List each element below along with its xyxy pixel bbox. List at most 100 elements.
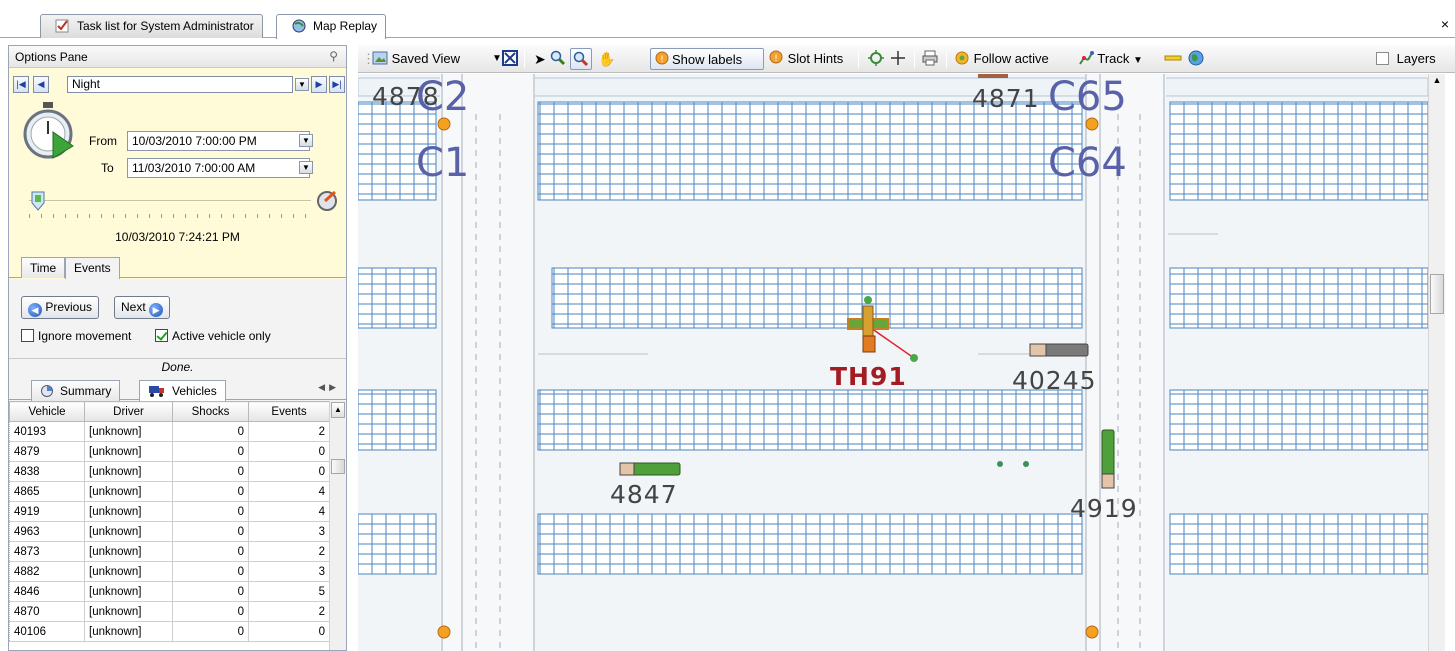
follow-active-icon [954, 50, 970, 66]
saved-view-dropdown-icon[interactable]: ▼ [492, 50, 502, 68]
ignore-movement-checkbox[interactable]: Ignore movement [21, 329, 131, 343]
table-row[interactable]: 40106 [unknown] 0 0 [9, 621, 330, 642]
table-row[interactable]: 4879 [unknown] 0 0 [9, 441, 330, 462]
zoom-extents-icon[interactable] [502, 50, 518, 68]
slot-hints-label: Slot Hints [787, 51, 844, 66]
to-datetime-input[interactable]: 11/03/2010 7:00:00 AM [127, 158, 310, 178]
track-dropdown-icon[interactable]: ▼ [1133, 55, 1143, 66]
previous-event-label: Previous [45, 300, 93, 314]
vehicle-label[interactable]: 40245 [1012, 366, 1097, 395]
previous-preset-button[interactable]: ◀ [33, 76, 49, 93]
cell-shocks: 0 [172, 421, 249, 442]
tab-vehicles[interactable]: Vehicles [139, 380, 226, 402]
center-target-icon[interactable] [868, 50, 884, 68]
left-arrow-icon: ◀ [28, 303, 42, 317]
layers-toggle[interactable]: Layers [1376, 50, 1436, 68]
first-preset-button[interactable]: |◀ [13, 76, 29, 93]
grid-scroll-thumb[interactable] [331, 459, 345, 474]
table-row[interactable]: 4846 [unknown] 0 5 [9, 581, 330, 602]
cell-driver: [unknown] [84, 501, 173, 522]
map-scroll-up-icon[interactable]: ▲ [1430, 75, 1444, 91]
pan-hand-icon[interactable]: ✋ [598, 50, 615, 68]
tab-events[interactable]: Events [65, 257, 120, 279]
print-icon[interactable] [922, 50, 938, 68]
pin-icon[interactable]: ⚲ [329, 49, 338, 63]
active-vehicle-only-checkbox[interactable]: Active vehicle only [155, 329, 271, 343]
table-row[interactable]: 4873 [unknown] 0 2 [9, 541, 330, 562]
col-driver[interactable]: Driver [84, 401, 173, 422]
layers-checkbox[interactable] [1376, 52, 1389, 65]
cell-shocks: 0 [172, 541, 249, 562]
grid-scrollbar[interactable]: ▲ [329, 401, 346, 650]
cell-events: 4 [248, 501, 330, 522]
summary-vehicles-tabs: Summary Vehicles ◀▶ [9, 378, 346, 402]
vehicle-label[interactable]: 4847 [610, 480, 678, 509]
saved-view-button[interactable]: Saved View [372, 50, 460, 68]
zoom-out-button[interactable] [570, 48, 592, 70]
map-scroll-thumb[interactable] [1430, 274, 1444, 314]
tab-task-list[interactable]: Task list for System Administrator [40, 14, 263, 38]
from-datetime-input[interactable]: 10/03/2010 7:00:00 PM [127, 131, 310, 151]
crosshair-icon[interactable] [890, 50, 906, 68]
globe-icon[interactable] [1188, 50, 1204, 68]
vehicles-icon [149, 386, 164, 397]
zoom-in-icon[interactable] [550, 50, 566, 68]
table-row[interactable]: 4963 [unknown] 0 3 [9, 521, 330, 542]
follow-active-label: Follow active [973, 51, 1049, 66]
vehicle-label[interactable]: 4919 [1070, 494, 1138, 523]
options-pane-title: Options Pane [15, 50, 88, 64]
show-labels-button[interactable]: ! Show labels [650, 48, 764, 70]
from-calendar-button[interactable]: ▼ [299, 134, 313, 147]
follow-active-button[interactable]: Follow active [954, 50, 1049, 68]
ignore-movement-box[interactable] [21, 329, 34, 342]
time-slider-track[interactable] [29, 200, 311, 202]
cell-shocks: 0 [172, 601, 249, 622]
previous-event-button[interactable]: ◀ Previous [21, 296, 100, 319]
table-row[interactable]: 4919 [unknown] 0 4 [9, 501, 330, 522]
table-row[interactable]: 4882 [unknown] 0 3 [9, 561, 330, 582]
pointer-icon[interactable]: ➤ [534, 50, 546, 68]
col-shocks[interactable]: Shocks [172, 401, 249, 422]
track-button[interactable]: Track ▼ [1078, 50, 1143, 68]
cell-events: 4 [248, 481, 330, 502]
preset-dropdown-button[interactable]: ▼ [295, 78, 309, 91]
col-vehicle[interactable]: Vehicle [9, 401, 85, 422]
end-stopwatch-icon[interactable] [315, 188, 339, 215]
tab-time[interactable]: Time [21, 257, 66, 278]
time-slider-thumb[interactable] [31, 191, 45, 211]
tab-summary[interactable]: Summary [31, 380, 121, 401]
preset-select[interactable]: Night [67, 76, 293, 93]
cell-vehicle: 4873 [9, 541, 85, 562]
last-preset-button[interactable]: ▶| [329, 76, 345, 93]
summary-icon [41, 385, 53, 397]
next-preset-button[interactable]: ▶ [311, 76, 327, 93]
map-scrollbar[interactable]: ▲ [1428, 74, 1445, 651]
svg-text:!: ! [774, 54, 778, 64]
active-vehicle-only-box[interactable] [155, 329, 168, 342]
close-icon[interactable]: × [1441, 16, 1449, 32]
map-canvas[interactable]: C2 C1 C64 C65 4878 4871 TH91 40245 4847 … [358, 74, 1428, 651]
next-event-button[interactable]: Next ▶ [114, 296, 171, 319]
table-row[interactable]: 4838 [unknown] 0 0 [9, 461, 330, 482]
cell-vehicle: 4882 [9, 561, 85, 582]
table-row[interactable]: 4865 [unknown] 0 4 [9, 481, 330, 502]
table-row[interactable]: 40193 [unknown] 0 2 [9, 421, 330, 442]
table-row[interactable]: 4870 [unknown] 0 2 [9, 601, 330, 622]
slot-hints-button[interactable]: ! Slot Hints [768, 50, 843, 68]
tab-scroll-arrows-icon[interactable]: ◀▶ [318, 382, 340, 393]
ignore-movement-label: Ignore movement [38, 329, 132, 343]
cell-shocks: 0 [172, 461, 249, 482]
cell-vehicle: 4879 [9, 441, 85, 462]
document-tab-bar: Task list for System Administrator Map R… [0, 0, 1455, 39]
tab-map-replay[interactable]: Map Replay [276, 14, 387, 39]
cell-events: 0 [248, 461, 330, 482]
to-calendar-button[interactable]: ▼ [299, 161, 313, 174]
cell-events: 0 [248, 621, 330, 642]
vehicle-label[interactable]: 4871 [972, 84, 1040, 113]
cell-vehicle: 40193 [9, 421, 85, 442]
col-events[interactable]: Events [248, 401, 330, 422]
ruler-icon[interactable] [1164, 50, 1182, 68]
active-vehicle-label[interactable]: TH91 [830, 362, 907, 391]
vehicle-label[interactable]: 4878 [372, 82, 440, 111]
scroll-up-icon[interactable]: ▲ [331, 402, 345, 418]
